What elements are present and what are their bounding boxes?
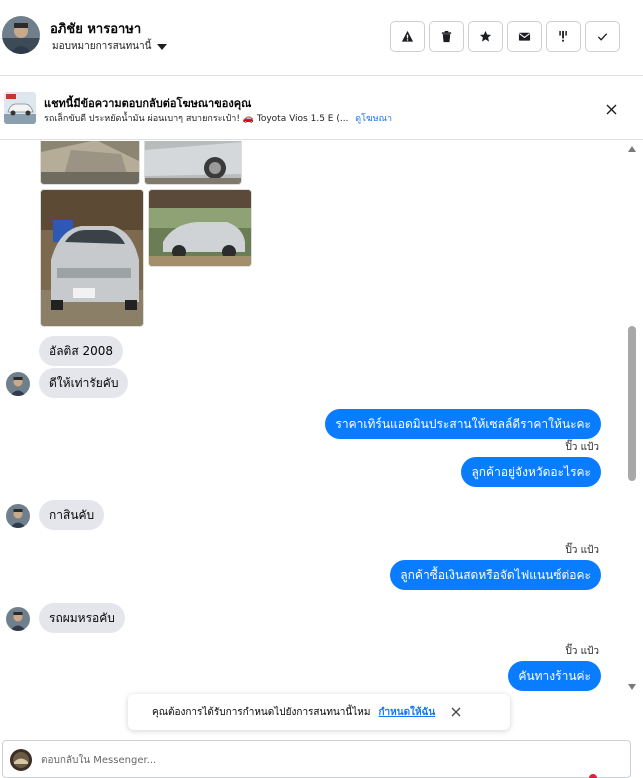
check-icon (597, 33, 608, 41)
scroll-up-arrow-icon[interactable] (628, 146, 636, 152)
contact-avatar-small[interactable] (6, 504, 30, 528)
report-spam-button[interactable] (390, 21, 425, 52)
page-avatar (10, 749, 32, 771)
trash-icon (441, 30, 452, 43)
contact-avatar-small[interactable] (6, 607, 30, 631)
ad-thumbnail[interactable] (4, 92, 36, 124)
ad-banner-title: แชทนี้มีข้อความตอบกลับต่อโฆษณาของคุณ (44, 97, 252, 110)
assign-to-me-link[interactable]: กำหนดให้ฉัน (378, 705, 435, 720)
assign-conversation-dropdown[interactable]: มอบหมายการสนทนานี้ (52, 39, 168, 54)
close-toast-button[interactable] (451, 707, 461, 717)
car-photo-4[interactable] (148, 189, 252, 267)
delete-button[interactable] (429, 21, 464, 52)
conversation-toolbar (390, 21, 620, 52)
assign-prompt-text: คุณต้องการได้รับการกำหนดไปยังการสนทนานี้… (152, 706, 371, 718)
star-icon (479, 30, 492, 42)
outgoing-message[interactable]: คันทางร้านค่ะ (508, 661, 601, 691)
close-icon (451, 707, 461, 717)
close-banner-button[interactable] (601, 99, 621, 119)
scrollbar-thumb[interactable] (628, 326, 636, 481)
ad-description: รถเล็กขับดี ประหยัดน้ำมัน ผ่อนเบาๆ สบายก… (44, 114, 349, 124)
car-photo-1[interactable] (40, 141, 140, 185)
caret-down-icon (157, 43, 168, 50)
message-thread[interactable]: อัลติส 2008 ดีให้เท่ารัยคับ ราคาเทิร์นแอ… (0, 141, 625, 693)
close-icon (606, 104, 616, 114)
incoming-message[interactable]: ดีให้เท่ารัยคับ (39, 368, 129, 398)
outgoing-message[interactable]: ราคาเทิร์นแอดมินประสานให้เซลล์ดีราคาให้น… (325, 409, 601, 439)
ad-banner-subtitle: รถเล็กขับดี ประหยัดน้ำมัน ผ่อนเบาๆ สบายก… (44, 111, 392, 125)
car-photo-3[interactable] (40, 189, 144, 327)
contact-avatar[interactable] (2, 16, 40, 54)
mark-unread-button[interactable] (507, 21, 542, 52)
follow-up-icon (559, 30, 567, 42)
assign-prompt-toast: คุณต้องการได้รับการกำหนดไปยังการสนทนานี้… (128, 694, 510, 730)
reply-composer (2, 740, 631, 778)
view-ad-link[interactable]: ดูโฆษณา (355, 114, 392, 124)
incoming-message[interactable]: อัลติส 2008 (39, 336, 124, 366)
reply-input[interactable] (41, 750, 601, 770)
ad-reply-banner: แชทนี้มีข้อความตอบกลับต่อโฆษณาของคุณ รถเ… (0, 77, 643, 140)
mark-done-button[interactable] (585, 21, 620, 52)
envelope-icon (518, 32, 531, 41)
outgoing-message[interactable]: ลูกค้าอยู่จังหวัดอะไรคะ (461, 457, 601, 487)
contact-name[interactable]: อภิชัย หารอาษา (50, 18, 141, 39)
conversation-header: อภิชัย หารอาษา มอบหมายการสนทนานี้ (0, 0, 643, 76)
contact-avatar-small[interactable] (6, 372, 30, 396)
sender-name: ปิ๊ว แป้ว (565, 442, 599, 453)
follow-up-button[interactable] (546, 21, 581, 52)
incoming-message[interactable]: กาสินคับ (39, 500, 105, 530)
warning-icon (401, 30, 414, 42)
assign-label: มอบหมายการสนทนานี้ (52, 41, 152, 52)
car-photo-2[interactable] (144, 141, 242, 185)
sender-name: ปิ๊ว แป้ว (565, 646, 599, 657)
scroll-down-arrow-icon[interactable] (628, 684, 636, 690)
star-button[interactable] (468, 21, 503, 52)
sender-name: ปิ๊ว แป้ว (565, 545, 599, 556)
incoming-message[interactable]: รถผมหรอคับ (39, 603, 125, 633)
notification-dot (589, 774, 597, 778)
outgoing-message[interactable]: ลูกค้าซื้อเงินสดหรือจัดไฟแนนซ์ต่อคะ (390, 560, 601, 590)
